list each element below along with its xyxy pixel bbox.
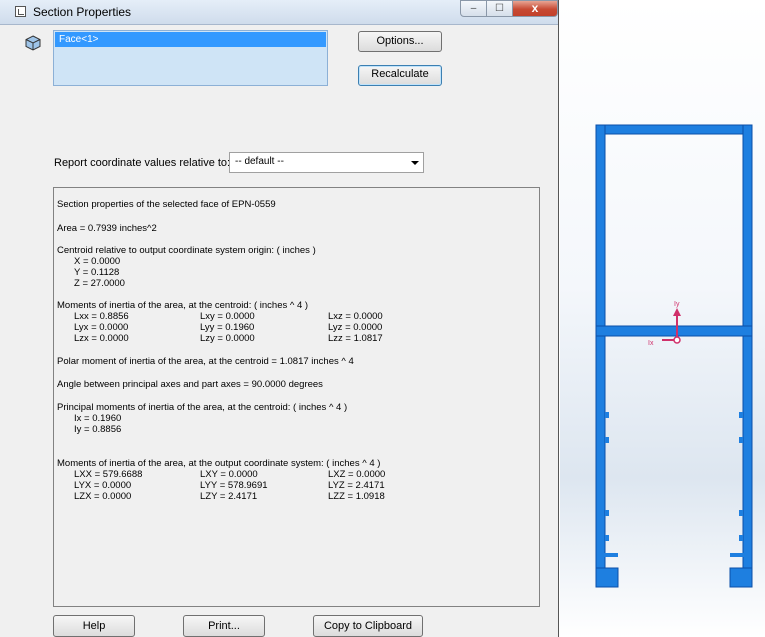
centroid-y: Y = 0.1128 [74,267,120,278]
centroid-x: X = 0.0000 [74,256,121,267]
principal-angle: Angle between principal axes and part ax… [57,379,323,390]
print-button[interactable]: Print... [183,615,265,637]
title-bar[interactable]: Section Properties – ☐ x [0,0,558,25]
moment-lzy: Lzy = 0.0000 [200,333,255,344]
recalculate-button[interactable]: Recalculate [358,65,442,86]
principal-ix: Ix = 0.1960 [74,413,122,424]
moment-out-lyz: LYZ = 2.4171 [328,480,385,491]
area-value: Area = 0.7939 inches^2 [57,223,157,234]
results-text-area[interactable]: Section properties of the selected face … [53,187,540,607]
moments-output-title: Moments of inertia of the area, at the o… [57,458,381,469]
moment-lyx: Lyx = 0.0000 [74,322,129,333]
polar-moment: Polar moment of inertia of the area, at … [57,356,354,367]
moment-out-lyy: LYY = 578.9691 [200,480,268,491]
profile-section-view: Iy Ix [595,124,753,588]
principal-iy: Iy = 0.8856 [74,424,122,435]
options-button[interactable]: Options... [358,31,442,52]
principal-moments-title: Principal moments of inertia of the area… [57,402,348,413]
moment-out-lxx: LXX = 579.6688 [74,469,143,480]
coordinate-system-dropdown[interactable]: -- default -- [229,152,424,173]
axis-label-y: Iy [674,301,680,308]
moment-out-lyx: LYX = 0.0000 [74,480,132,491]
help-button[interactable]: Help [53,615,135,637]
section-properties-dialog: Section Properties – ☐ x Face<1> Options… [0,0,559,637]
coordinate-system-value: -- default -- [235,156,284,167]
moment-lyy: Lyy = 0.1960 [200,322,255,333]
centroid-z: Z = 27.0000 [74,278,125,289]
moment-out-lzx: LZX = 0.0000 [74,491,132,502]
chevron-down-icon[interactable] [411,161,419,165]
moment-lxy: Lxy = 0.0000 [200,311,255,322]
principal-axes-triad: Iy Ix [648,301,681,347]
part-cube-icon [25,35,41,51]
moment-lxx: Lxx = 0.8856 [74,311,129,322]
moment-lzx: Lzx = 0.0000 [74,333,129,344]
moment-out-lzz: LZZ = 1.0918 [328,491,385,502]
moment-lzz: Lzz = 1.0817 [328,333,383,344]
moment-out-lzy: LZY = 2.4171 [200,491,258,502]
moment-lxz: Lxz = 0.0000 [328,311,383,322]
moment-out-lxz: LXZ = 0.0000 [328,469,386,480]
moment-out-lxy: LXY = 0.0000 [200,469,258,480]
maximize-button[interactable]: ☐ [487,0,513,17]
window-controls: – ☐ x [460,0,558,18]
results-header: Section properties of the selected face … [57,199,276,210]
close-button[interactable]: x [513,0,558,17]
selection-item-face[interactable]: Face<1> [55,32,326,47]
selected-entities-list[interactable]: Face<1> [53,30,328,86]
minimize-button[interactable]: – [460,0,487,17]
centroid-title: Centroid relative to output coordinate s… [57,245,316,256]
moment-lyz: Lyz = 0.0000 [328,322,383,333]
moments-centroid-title: Moments of inertia of the area, at the c… [57,300,309,311]
window-title: Section Properties [33,5,132,19]
coordinate-system-label: Report coordinate values relative to: [54,157,231,169]
copy-to-clipboard-button[interactable]: Copy to Clipboard [313,615,423,637]
graphics-viewport[interactable]: Iy Ix [560,0,765,637]
profile-outline [595,124,753,588]
section-properties-icon [15,6,26,17]
axis-label-x: Ix [648,340,654,347]
